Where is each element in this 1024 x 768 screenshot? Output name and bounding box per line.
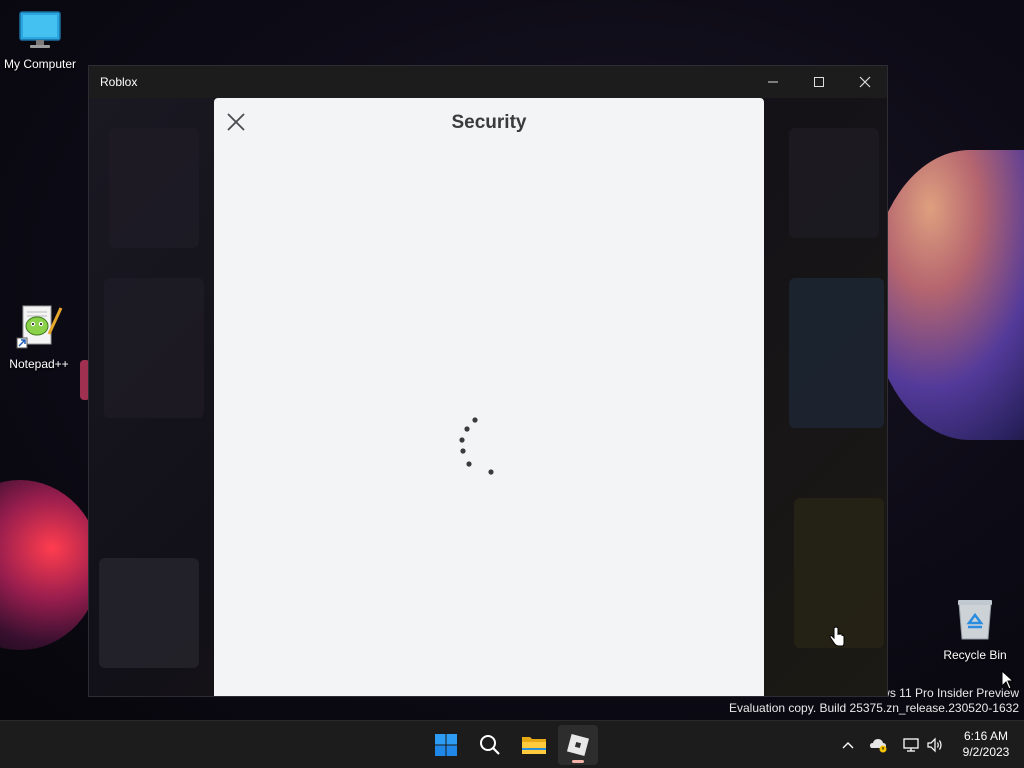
search-icon bbox=[480, 735, 500, 755]
desktop-icon-my-computer[interactable]: My Computer bbox=[0, 10, 80, 71]
minimize-icon bbox=[768, 81, 778, 83]
roblox-icon bbox=[566, 733, 590, 757]
window-titlebar[interactable]: Roblox bbox=[89, 66, 887, 98]
background-tile bbox=[109, 128, 199, 248]
wallpaper-glow-right bbox=[870, 150, 1024, 440]
background-tile bbox=[99, 558, 199, 668]
roblox-window: Roblox Security bbox=[88, 65, 888, 697]
mouse-pointer-icon bbox=[1001, 670, 1015, 690]
start-icon bbox=[435, 734, 457, 756]
maximize-icon bbox=[814, 77, 824, 87]
clock-time: 6:16 AM bbox=[963, 729, 1009, 743]
chevron-up-icon bbox=[842, 742, 854, 749]
roblox-taskbar-button[interactable] bbox=[558, 725, 598, 765]
clock-date: 9/2/2023 bbox=[962, 745, 1010, 759]
notepad-plus-plus-icon bbox=[0, 304, 79, 353]
start-button[interactable] bbox=[426, 725, 466, 765]
active-app-indicator bbox=[572, 760, 584, 763]
volume-icon bbox=[927, 737, 942, 753]
minimize-button[interactable] bbox=[750, 66, 796, 98]
wallpaper-glow-left bbox=[0, 480, 100, 650]
watermark-edition: ws 11 Pro Insider Preview bbox=[881, 686, 1019, 700]
hand-cursor-icon bbox=[829, 626, 845, 647]
desktop-icon-notepad-plus-plus[interactable]: Notepad++ bbox=[0, 304, 79, 371]
file-explorer-icon bbox=[522, 737, 546, 754]
dialog-title: Security bbox=[451, 112, 527, 133]
background-tile bbox=[104, 278, 204, 418]
close-icon bbox=[859, 76, 871, 88]
maximize-button[interactable] bbox=[796, 66, 842, 98]
window-title: Roblox bbox=[100, 75, 138, 89]
network-icon bbox=[903, 738, 919, 752]
monitor-icon bbox=[0, 10, 80, 53]
onedrive-tray-button[interactable] bbox=[869, 735, 889, 755]
taskbar: 6:16 AM 9/2/2023 bbox=[0, 720, 1024, 768]
window-close-button[interactable] bbox=[842, 66, 888, 98]
show-hidden-icons-button[interactable] bbox=[838, 735, 858, 755]
search-button[interactable] bbox=[470, 725, 510, 765]
recycle-bin-icon bbox=[935, 597, 1015, 644]
onedrive-warning-icon bbox=[870, 739, 887, 753]
desktop-icon-recycle-bin[interactable]: Recycle Bin bbox=[935, 597, 1015, 662]
volume-tray-button[interactable] bbox=[925, 735, 945, 755]
taskbar-clock[interactable]: 6:16 AM 9/2/2023 bbox=[948, 728, 1024, 760]
security-dialog: Security bbox=[214, 98, 764, 696]
file-explorer-button[interactable] bbox=[514, 725, 554, 765]
network-tray-button[interactable] bbox=[901, 735, 921, 755]
watermark-build: Evaluation copy. Build 25375.zn_release.… bbox=[729, 701, 1019, 715]
background-tile bbox=[789, 128, 879, 238]
loading-spinner bbox=[459, 417, 494, 475]
roblox-content: Security bbox=[89, 98, 887, 696]
background-tile bbox=[789, 278, 884, 428]
